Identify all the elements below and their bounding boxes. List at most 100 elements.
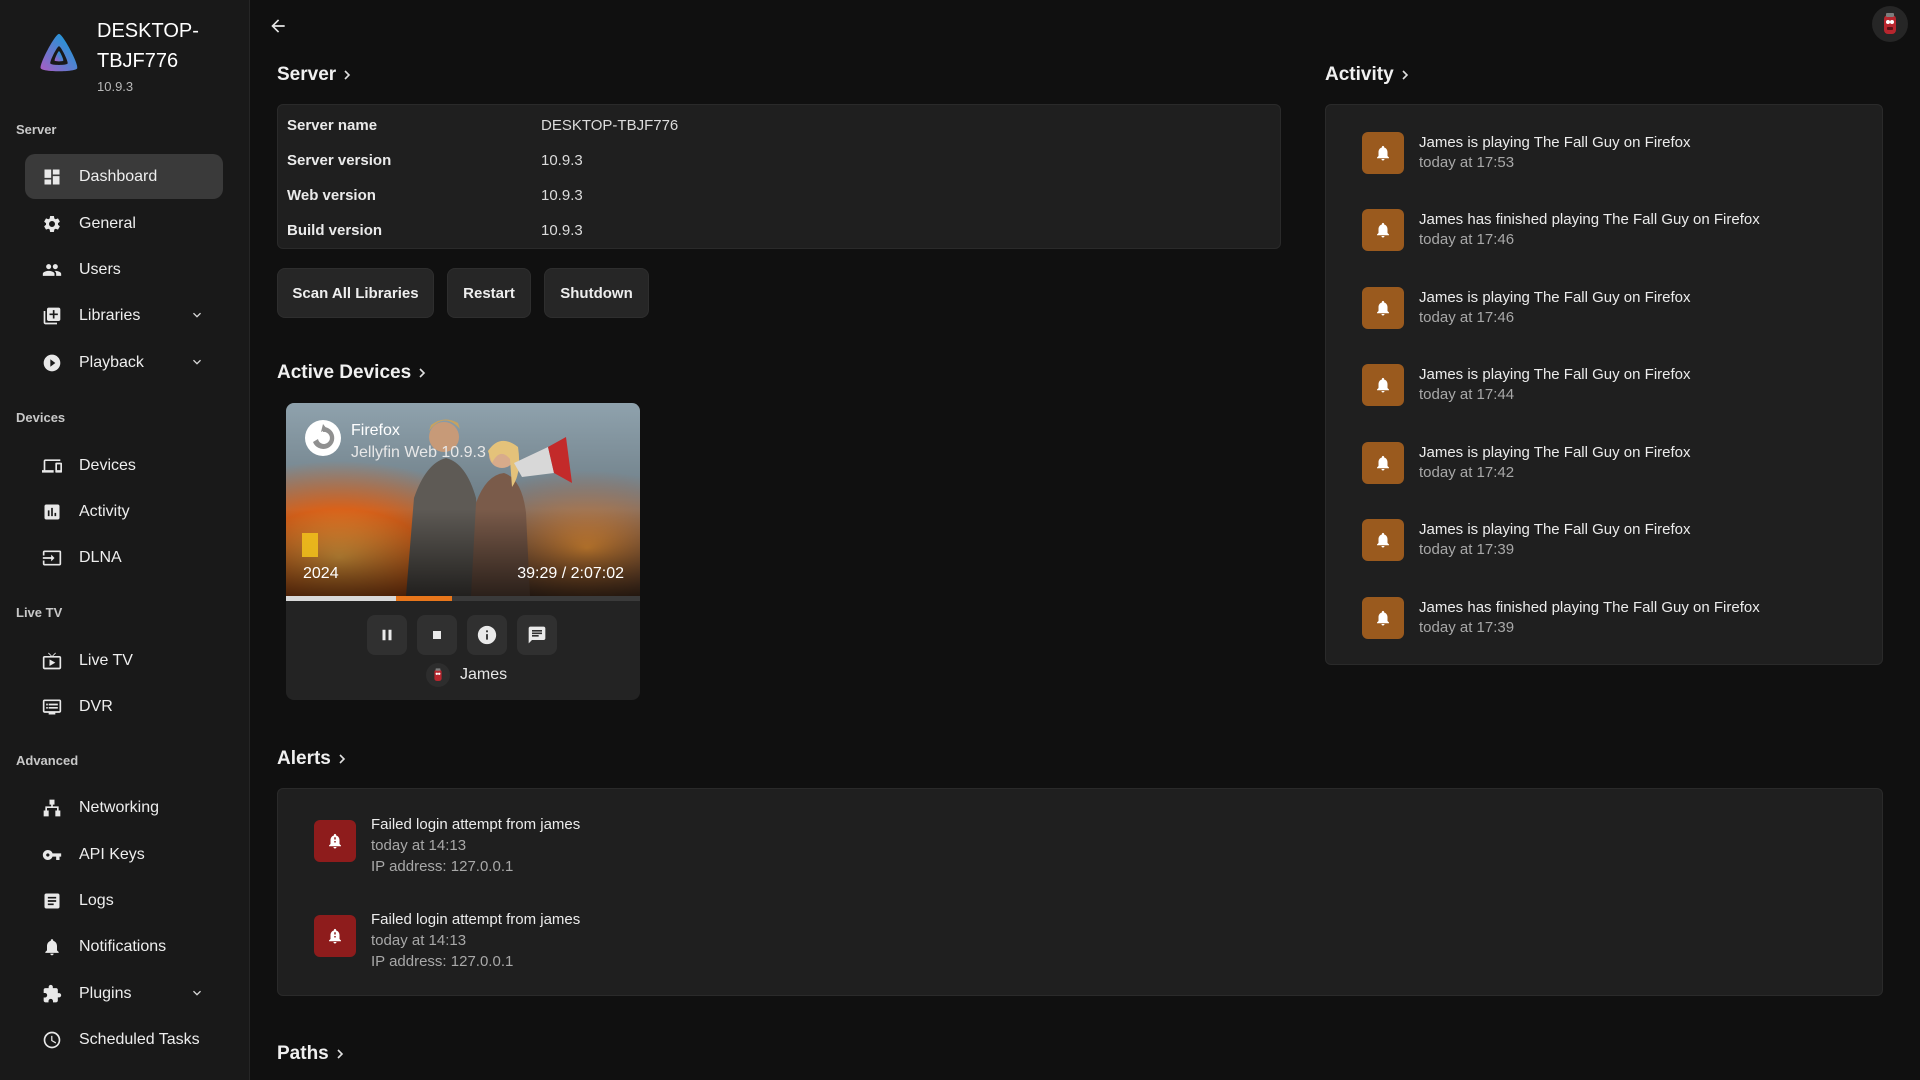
bell-alert-icon [329,928,341,944]
sidebar-item-label: Libraries [79,306,141,324]
activity-time: today at 17:46 [1419,231,1515,248]
media-year: 2024 [303,565,339,582]
activity-item[interactable]: James is playing The Fall Guy on Firefox… [1362,519,1691,561]
activity-item[interactable]: James has finished playing The Fall Guy … [1362,209,1760,251]
scan-all-libraries-button[interactable]: Scan All Libraries [277,268,434,318]
paths-section-title[interactable]: Paths [277,1043,345,1065]
sidebar-item-logs[interactable]: Logs [25,878,223,923]
sidebar-item-label: Networking [79,798,160,816]
sidebar-item-notifications[interactable]: Notifications [25,924,223,969]
sidebar-item-label: Dashboard [79,167,158,185]
pause-icon [382,629,392,641]
activity-item[interactable]: James is playing The Fall Guy on Firefox… [1362,364,1691,406]
activity-time: today at 17:46 [1419,309,1515,326]
back-button[interactable] [264,12,292,40]
bell-icon [1377,377,1389,393]
alerts-section-title[interactable]: Alerts [277,748,347,770]
chevron-right-icon [419,368,426,378]
active-devices-section-title[interactable]: Active Devices [277,362,427,384]
bell-icon [1377,222,1389,238]
devices-icon [41,455,63,477]
nav-section-server: Server [16,122,57,137]
activity-title: James has finished playing The Fall Guy … [1419,599,1760,616]
sidebar-item-users[interactable]: Users [25,247,223,292]
section-title-text: Active Devices [277,362,412,383]
device-client-info: Firefox Jellyfin Web 10.9.3 [351,420,486,464]
sidebar-item-label: Devices [79,456,136,474]
sidebar-item-label: General [79,214,136,232]
activity-item[interactable]: James is playing The Fall Guy on Firefox… [1362,287,1691,329]
user-avatar-button[interactable] [1872,6,1908,42]
activity-item[interactable]: James is playing The Fall Guy on Firefox… [1362,442,1691,484]
sidebar-item-apikeys[interactable]: API Keys [25,832,223,877]
activity-section-title[interactable]: Activity [1325,64,1410,86]
sidebar-item-networking[interactable]: Networking [25,785,223,830]
nav-section-advanced: Advanced [16,753,79,768]
sidebar-item-label: Users [79,260,121,278]
bell-icon [1377,300,1389,316]
alert-item[interactable]: Failed login attempt from james today at… [314,814,580,877]
sidebar-item-label: DVR [79,697,113,715]
sidebar-item-label: Scheduled Tasks [79,1030,200,1048]
active-device-card[interactable]: Firefox Jellyfin Web 10.9.3 2024 39:29 /… [286,403,640,700]
sidebar-item-devices[interactable]: Devices [25,443,223,488]
server-section-title[interactable]: Server [277,64,352,86]
sidebar-item-plugins[interactable]: Plugins [25,971,223,1016]
user-avatar-icon [434,668,442,681]
info-button[interactable] [467,615,507,655]
activity-title: James is playing The Fall Guy on Firefox [1419,134,1691,151]
server-name: DESKTOP-TBJF776 [97,20,199,72]
activity-time: today at 17:39 [1419,619,1515,636]
dvr-icon [41,696,63,718]
arrow-left-icon [271,19,285,33]
sidebar-item-activity[interactable]: Activity [25,489,223,534]
progress-buffered [286,596,396,601]
playback-progress-bar[interactable] [286,596,640,601]
info-value: 10.9.3 [541,152,583,169]
library-add-icon [41,305,63,327]
bell-icon [1377,145,1389,161]
send-message-button[interactable] [517,615,557,655]
activity-time: today at 17:44 [1419,386,1515,403]
sidebar-item-playback[interactable]: Playback [25,340,223,385]
device-app-name: Jellyfin Web 10.9.3 [351,444,486,461]
chevron-down-icon [189,985,205,1001]
sidebar-item-scheduled-tasks[interactable]: Scheduled Tasks [25,1017,223,1062]
user-avatar-icon [1884,13,1896,34]
input-icon [41,547,63,569]
sidebar-item-label: API Keys [79,845,145,863]
stop-button[interactable] [417,615,457,655]
pause-button[interactable] [367,615,407,655]
activity-item[interactable]: James has finished playing The Fall Guy … [1362,597,1760,639]
sidebar-item-libraries[interactable]: Libraries [25,293,223,338]
activity-item[interactable]: James is playing The Fall Guy on Firefox… [1362,132,1691,174]
bell-alert-icon [329,833,341,849]
play-circle-icon [41,352,63,374]
section-title-text: Server [277,64,337,85]
sidebar-item-dlna[interactable]: DLNA [25,535,223,580]
sidebar-item-livetv[interactable]: Live TV [25,638,223,683]
activity-title: James is playing The Fall Guy on Firefox [1419,521,1691,538]
device-client-name: Firefox [351,422,400,439]
activity-title: James is playing The Fall Guy on Firefox [1419,289,1691,306]
restart-button[interactable]: Restart [447,268,531,318]
alert-item[interactable]: Failed login attempt from james today at… [314,909,580,972]
sidebar-item-general[interactable]: General [25,201,223,246]
alert-icon-badge [314,820,356,862]
brand[interactable]: DESKTOP-TBJF776 10.9.3 [36,16,207,94]
shutdown-button[interactable]: Shutdown [544,268,649,318]
server-info-panel: Server name DESKTOP-TBJF776 Server versi… [277,104,1281,249]
chevron-right-icon [339,754,345,764]
sidebar-item-dashboard[interactable]: Dashboard [25,154,223,199]
alert-time: today at 14:13 [371,932,467,949]
clock-icon [41,1029,63,1051]
firefox-icon [305,420,341,456]
gear-icon [41,213,63,235]
sidebar-item-label: Playback [79,353,144,371]
sidebar-item-dvr[interactable]: DVR [25,684,223,729]
playback-time: 39:29 / 2:07:02 [517,565,624,582]
activity-title: James is playing The Fall Guy on Firefox [1419,444,1691,461]
key-icon [41,844,63,866]
sidebar-item-label: Plugins [79,984,132,1002]
info-value: 10.9.3 [541,187,583,204]
